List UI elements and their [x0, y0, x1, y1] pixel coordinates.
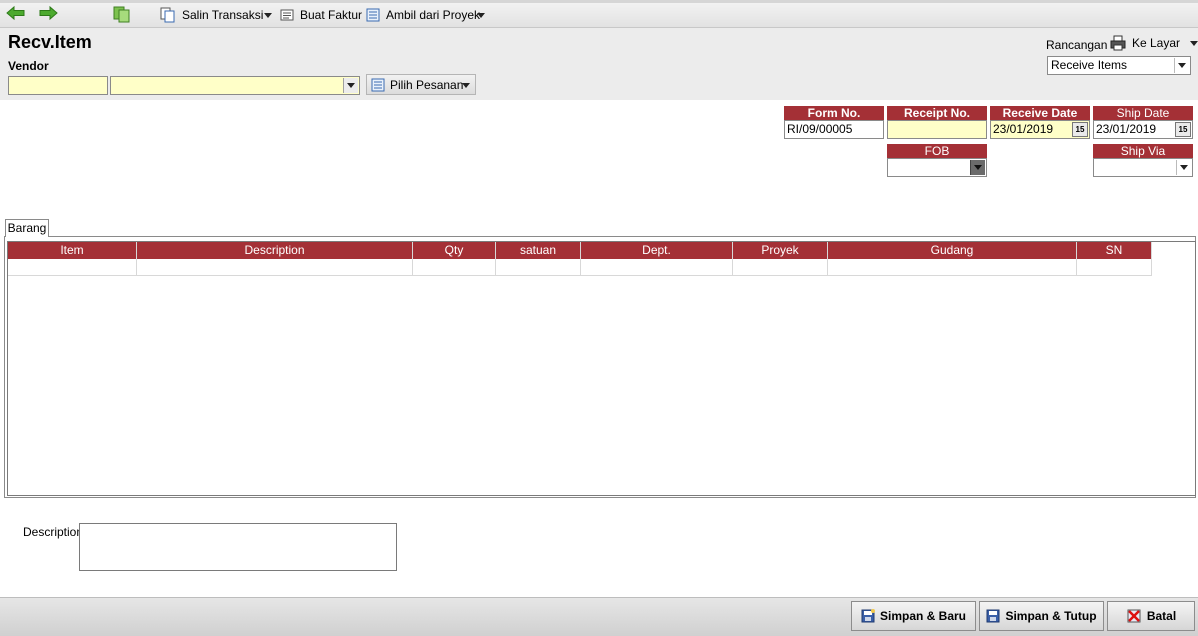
salin-transaksi-button[interactable]: Salin Transaksi: [160, 5, 263, 25]
grid-cell-gudang[interactable]: [828, 259, 1077, 276]
cancel-icon: [1127, 609, 1141, 623]
grid-cell-satuan[interactable]: [496, 259, 581, 276]
fob-select[interactable]: [887, 158, 987, 177]
buat-faktur-button[interactable]: Buat Faktur: [280, 5, 362, 25]
simpan-baru-label: Simpan & Baru: [879, 609, 966, 623]
grid-header-dept[interactable]: Dept.: [581, 242, 733, 259]
forward-arrow-icon[interactable]: [38, 5, 58, 21]
buat-faktur-label: Buat Faktur: [300, 8, 363, 22]
batal-label: Batal: [1146, 609, 1177, 623]
template-select[interactable]: Receive Items: [1047, 56, 1191, 75]
form-no-field[interactable]: RI/09/00005: [784, 120, 884, 139]
description-label: Description: [23, 525, 84, 539]
grid-cell-description[interactable]: [137, 259, 413, 276]
ambil-dari-proyek-button[interactable]: Ambil dari Proyek: [366, 5, 480, 25]
template-select-value: Receive Items: [1051, 58, 1128, 72]
grid-header-description[interactable]: Description: [137, 242, 413, 259]
grid-cell-item[interactable]: [8, 259, 137, 276]
pilih-pesanan-label: Pilih Pesanan: [390, 77, 464, 92]
project-list-icon: [366, 8, 380, 22]
ke-layar-label: Ke Layar: [1132, 36, 1181, 50]
form-no-header: Form No.: [784, 106, 884, 121]
receipt-no-field[interactable]: [887, 120, 987, 139]
rancangan-label: Rancangan: [1046, 38, 1108, 52]
calendar-icon[interactable]: 15: [1175, 122, 1191, 137]
copy-icon[interactable]: [113, 6, 131, 23]
ship-date-value: 23/01/2019: [1096, 122, 1157, 136]
calendar-icon[interactable]: 15: [1072, 122, 1088, 137]
ship-date-header: Ship Date: [1093, 106, 1193, 121]
grid-header-item[interactable]: Item: [8, 242, 137, 259]
page-title: Recv.Item: [8, 32, 92, 52]
save-new-icon: [861, 609, 875, 623]
grid-header-proyek[interactable]: Proyek: [733, 242, 828, 259]
chevron-down-icon: [477, 13, 485, 18]
invoice-icon: [280, 9, 294, 21]
chevron-down-icon: [264, 13, 272, 18]
ship-via-select-arrow[interactable]: [1176, 160, 1191, 175]
vendor-name-combo[interactable]: [110, 76, 360, 95]
ambil-dari-proyek-dropdown[interactable]: [477, 13, 485, 18]
order-list-icon: [371, 78, 385, 91]
grid-header-gudang[interactable]: Gudang: [828, 242, 1077, 259]
grid-cell-proyek[interactable]: [733, 259, 828, 276]
description-textarea[interactable]: [79, 523, 397, 571]
tab-barang[interactable]: Barang: [5, 219, 49, 237]
pilih-pesanan-dropdown[interactable]: [462, 83, 470, 88]
vendor-label: Vendor: [8, 59, 49, 73]
back-arrow-icon[interactable]: [6, 5, 26, 21]
ship-via-header: Ship Via: [1093, 144, 1193, 159]
printer-icon: [1110, 35, 1126, 51]
fob-header: FOB: [887, 144, 987, 159]
save-icon: [986, 609, 1000, 623]
grid-cell-qty[interactable]: [413, 259, 496, 276]
chevron-down-icon: [1178, 63, 1186, 68]
chevron-down-icon: [1180, 165, 1188, 170]
receive-date-value: 23/01/2019: [993, 122, 1054, 136]
copy-document-icon: [160, 7, 175, 23]
grid-header-sn[interactable]: SN: [1077, 242, 1152, 259]
chevron-down-icon: [974, 165, 982, 170]
grid-header-qty[interactable]: Qty: [413, 242, 496, 259]
ke-layar-button[interactable]: Ke Layar: [1110, 33, 1198, 53]
chevron-down-icon: [462, 83, 470, 88]
items-grid[interactable]: Item Description Qty satuan Dept. Proyek…: [7, 241, 1196, 496]
template-select-arrow[interactable]: [1174, 58, 1189, 73]
ship-via-select[interactable]: [1093, 158, 1193, 177]
grid-cell-sn[interactable]: [1077, 259, 1152, 276]
receipt-no-header: Receipt No.: [887, 106, 987, 121]
pilih-pesanan-button[interactable]: Pilih Pesanan: [366, 74, 476, 95]
chevron-down-icon: [1190, 40, 1198, 46]
simpan-tutup-button[interactable]: Simpan & Tutup: [979, 601, 1104, 631]
ambil-dari-proyek-label: Ambil dari Proyek: [386, 8, 481, 22]
fob-select-arrow[interactable]: [970, 160, 985, 175]
toolbar-top-strip: [0, 0, 1198, 3]
receive-date-field[interactable]: 23/01/2019 15: [990, 120, 1090, 139]
ke-layar-dropdown[interactable]: [1190, 40, 1198, 46]
salin-transaksi-dropdown[interactable]: [264, 13, 272, 18]
batal-button[interactable]: Batal: [1107, 601, 1195, 631]
form-no-value: RI/09/00005: [787, 122, 853, 136]
grid-header-satuan[interactable]: satuan: [496, 242, 581, 259]
salin-transaksi-label: Salin Transaksi: [182, 8, 264, 22]
vendor-combo-arrow[interactable]: [343, 78, 358, 93]
receive-date-header: Receive Date: [990, 106, 1090, 121]
chevron-down-icon: [347, 83, 355, 88]
ship-date-field[interactable]: 23/01/2019 15: [1093, 120, 1193, 139]
vendor-code-input[interactable]: [8, 76, 108, 95]
simpan-tutup-label: Simpan & Tutup: [1005, 609, 1097, 623]
grid-cell-dept[interactable]: [581, 259, 733, 276]
simpan-baru-button[interactable]: Simpan & Baru: [851, 601, 976, 631]
